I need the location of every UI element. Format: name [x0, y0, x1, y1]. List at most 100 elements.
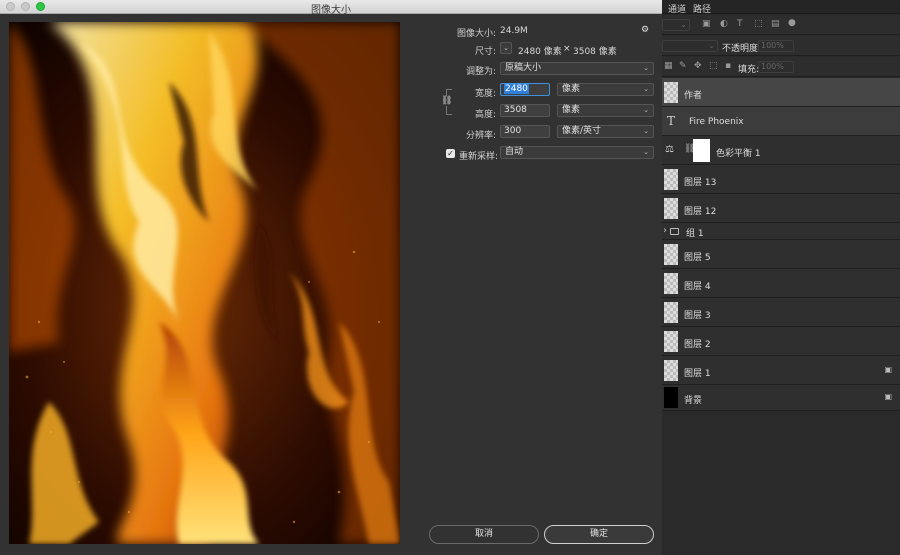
image-preview[interactable]: [9, 22, 400, 544]
layer-row-fire-phoenix[interactable]: T Fire Phoenix: [662, 107, 900, 136]
chevron-down-icon: ⌄: [643, 106, 649, 114]
width-label: 宽度:: [474, 89, 496, 99]
layer-name: 作者: [684, 91, 703, 101]
layer-filter-row: ⌄ ▣ ◐ T ⬚ ▤ ●: [662, 15, 900, 35]
layer-mask-thumbnail[interactable]: [693, 139, 710, 162]
layer-thumbnail: [664, 244, 678, 265]
width-unit-select[interactable]: 像素 ⌄: [557, 83, 654, 96]
layer-row-4[interactable]: 图层 4: [662, 269, 900, 298]
resample-checkbox[interactable]: ✓: [446, 149, 455, 158]
chevron-down-icon: ⌄: [643, 85, 649, 93]
resolution-value: 300: [504, 126, 522, 136]
dimensions-height: 3508 像素: [573, 47, 617, 57]
resolution-input[interactable]: 300: [500, 125, 550, 138]
text-layer-icon: T: [667, 114, 676, 128]
image-size-label: 图像大小:: [456, 29, 496, 39]
layer-name: 背景: [684, 396, 703, 406]
chevron-down-icon: ⌄: [643, 148, 649, 156]
chevron-down-icon: ⌄: [708, 41, 715, 50]
text-filter-icon[interactable]: T: [737, 19, 743, 29]
shape-filter-icon[interactable]: ⬚: [754, 19, 763, 29]
resample-value: 自动: [505, 147, 524, 157]
layer-name: 组 1: [686, 229, 704, 239]
resolution-label: 分辨率:: [465, 131, 496, 141]
fit-to-value: 原稿大小: [505, 63, 542, 73]
resample-select[interactable]: 自动 ⌄: [500, 146, 654, 159]
layer-row-group-1[interactable]: › 组 1: [662, 223, 900, 240]
lock-position-icon[interactable]: ✥: [694, 61, 702, 71]
window-title: 图像大小: [311, 5, 351, 16]
folder-icon: [670, 228, 679, 235]
layer-name: 图层 2: [684, 340, 711, 350]
resolution-unit: 像素/英寸: [562, 126, 602, 136]
layer-name: 图层 4: [684, 282, 711, 292]
blend-mode-select[interactable]: ⌄: [662, 40, 718, 52]
width-value: 2480: [504, 84, 529, 94]
dimensions-width: 2480 像素: [518, 47, 562, 57]
opacity-value: 100%: [761, 41, 784, 50]
layer-name: 色彩平衡 1: [716, 149, 761, 159]
height-unit: 像素: [562, 105, 581, 115]
dimensions-label: 尺寸:: [474, 47, 496, 57]
panel-tabs: 通道 路径: [662, 0, 900, 15]
adjustment-filter-icon[interactable]: ◐: [720, 19, 728, 29]
layer-row-background[interactable]: 背景 ▣: [662, 385, 900, 411]
layer-row-5[interactable]: 图层 5: [662, 240, 900, 269]
opacity-input[interactable]: 100%: [758, 40, 794, 52]
height-unit-select[interactable]: 像素 ⌄: [557, 104, 654, 117]
height-value: 3508: [504, 105, 527, 115]
gear-icon[interactable]: ⚙: [641, 25, 649, 35]
layer-name: 图层 13: [684, 178, 717, 188]
layer-name: 图层 1: [684, 369, 711, 379]
fill-value: 100%: [761, 62, 784, 71]
layer-thumbnail: [664, 169, 678, 190]
smart-object-filter-icon[interactable]: ▤: [771, 19, 780, 29]
layer-thumbnail: [664, 82, 678, 103]
layer-thumbnail: [664, 273, 678, 294]
fill-input[interactable]: 100%: [758, 61, 794, 73]
resample-label: 重新采样:: [459, 152, 499, 162]
layer-row-color-balance[interactable]: ⚖ ⛓ 色彩平衡 1: [662, 136, 900, 165]
width-unit: 像素: [562, 84, 581, 94]
resolution-unit-select[interactable]: 像素/英寸 ⌄: [557, 125, 654, 138]
cancel-button[interactable]: 取消: [429, 525, 539, 544]
layer-row-1[interactable]: 图层 1 ▣: [662, 356, 900, 385]
image-size-value: 24.9M: [500, 26, 528, 36]
chevron-down-icon: ⌄: [643, 64, 649, 72]
chevron-down-icon: ⌄: [503, 44, 509, 52]
lock-row: ▦ ✎ ✥ ⬚ ▪ 填充: 100%: [662, 57, 900, 77]
filter-toggle-icon[interactable]: ●: [788, 18, 796, 28]
width-input[interactable]: 2480: [500, 83, 550, 96]
layer-thumbnail: [664, 302, 678, 323]
ok-button[interactable]: 确定: [544, 525, 654, 544]
lock-all-icon[interactable]: ▪: [725, 61, 731, 71]
fit-to-select[interactable]: 原稿大小 ⌄: [500, 62, 654, 75]
layer-row-3[interactable]: 图层 3: [662, 298, 900, 327]
height-label: 高度:: [474, 110, 496, 120]
check-icon: ✓: [447, 149, 454, 158]
lock-icon: ▣: [884, 392, 892, 401]
chevron-down-icon: ⌄: [680, 20, 687, 29]
height-input[interactable]: 3508: [500, 104, 550, 117]
blend-row: ⌄ 不透明度: 100%: [662, 36, 900, 56]
layer-thumbnail: [664, 331, 678, 352]
chevron-right-icon[interactable]: ›: [663, 225, 667, 236]
dimensions-dropdown-button[interactable]: ⌄: [500, 42, 512, 54]
layer-row-12[interactable]: 图层 12: [662, 194, 900, 223]
lock-transparent-icon[interactable]: ▦: [664, 61, 673, 71]
layer-thumbnail: [664, 360, 678, 381]
layer-row-13[interactable]: 图层 13: [662, 165, 900, 194]
layer-row-author[interactable]: 作者: [662, 78, 900, 107]
lock-image-icon[interactable]: ✎: [679, 61, 687, 71]
opacity-label: 不透明度:: [722, 44, 762, 54]
image-filter-icon[interactable]: ▣: [702, 19, 711, 29]
tab-channels[interactable]: 通道: [668, 2, 686, 15]
layer-name: 图层 3: [684, 311, 711, 321]
title-bar[interactable]: 图像大小: [0, 0, 662, 16]
layer-row-2[interactable]: 图层 2: [662, 327, 900, 356]
layer-name: Fire Phoenix: [689, 117, 744, 127]
layers-panel: 通道 路径 ⌄ ▣ ◐ T ⬚ ▤ ● ⌄ 不透明度: 100% ▦ ✎ ✥ ⬚…: [662, 0, 900, 555]
filter-kind-select[interactable]: ⌄: [662, 19, 690, 31]
tab-paths[interactable]: 路径: [693, 2, 711, 15]
lock-artboard-icon[interactable]: ⬚: [709, 61, 718, 71]
